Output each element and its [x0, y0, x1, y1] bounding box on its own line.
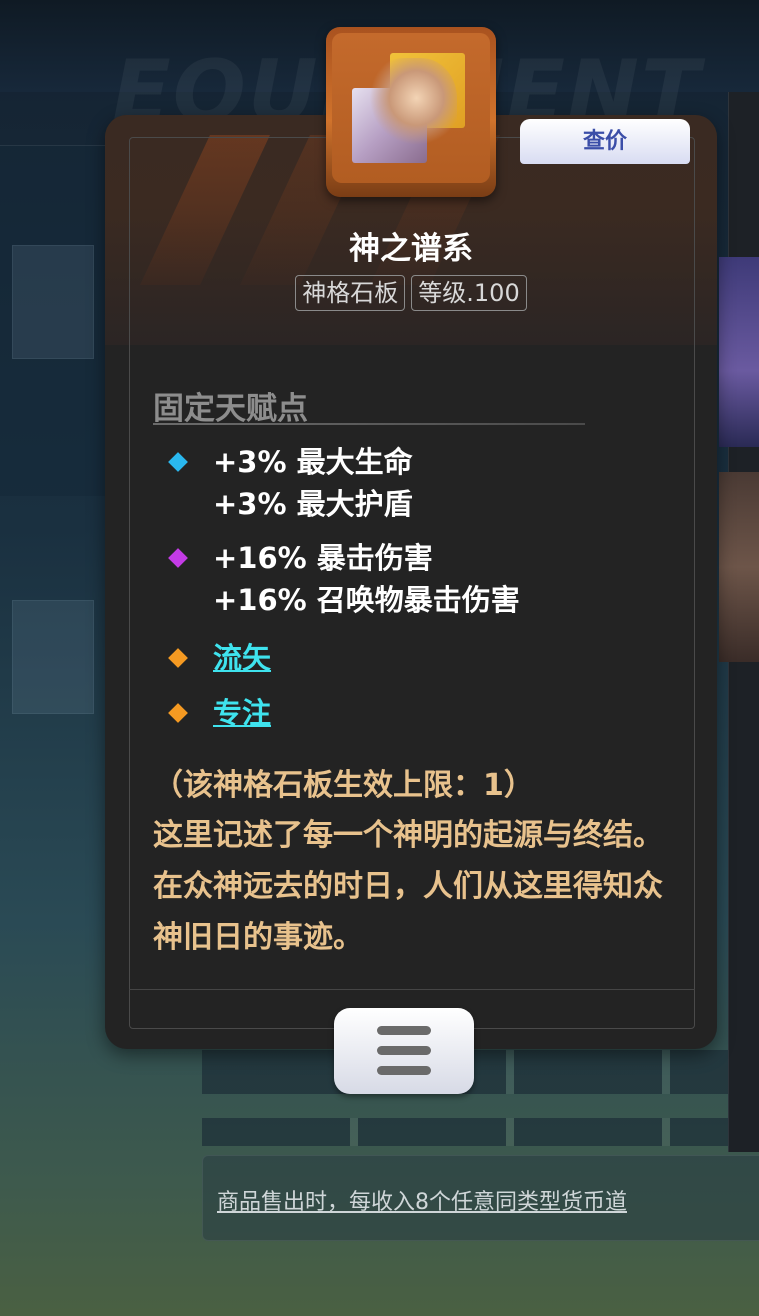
- inventory-slot[interactable]: [12, 600, 94, 714]
- item-tooltip: 查价 神之谱系 神格石板 等级.100 固定天赋点 +3% 最大生命 +3% 最…: [105, 27, 717, 1094]
- affix-text: +3% 最大生命: [213, 445, 413, 479]
- menu-icon: [377, 1066, 431, 1075]
- section-title: 固定天赋点: [153, 391, 308, 427]
- menu-icon: [377, 1026, 431, 1035]
- diamond-icon: [168, 548, 188, 568]
- footer-info-bar: 商品售出时，每收入8个任意同类型货币道: [202, 1155, 759, 1241]
- side-card[interactable]: [719, 257, 759, 447]
- affix-text: +16% 召唤物暴击伤害: [213, 583, 520, 617]
- item-tags: 神格石板 等级.100: [105, 275, 717, 311]
- effect-limit-text: （该神格石板生效上限：1）: [153, 768, 534, 803]
- menu-button[interactable]: [334, 1008, 474, 1094]
- grid-row: [202, 1118, 742, 1146]
- item-icon: [326, 27, 496, 197]
- footer-info-text[interactable]: 商品售出时，每收入8个任意同类型货币道: [217, 1184, 627, 1216]
- diamond-icon: [168, 648, 188, 668]
- deity-portrait: [367, 58, 457, 158]
- bottom-divider: [129, 989, 695, 990]
- right-side-panel: [719, 92, 759, 1152]
- menu-icon: [377, 1046, 431, 1055]
- side-card[interactable]: [719, 472, 759, 662]
- affix-text: +16% 暴击伤害: [213, 541, 433, 575]
- talent-link-liushi[interactable]: 流矢: [213, 637, 271, 679]
- item-level-tag: 等级.100: [411, 275, 527, 311]
- inventory-slot[interactable]: [12, 245, 94, 359]
- talent-link-zhuanzhu[interactable]: 专注: [213, 692, 271, 734]
- item-icon-art: [332, 33, 490, 183]
- item-type-tag: 神格石板: [295, 275, 406, 311]
- diamond-icon: [168, 452, 188, 472]
- item-description: 这里记述了每一个神明的起源与终结。在众神远去的时日，人们从这里得知众神旧日的事迹…: [153, 818, 663, 955]
- diamond-icon: [168, 703, 188, 723]
- item-name: 神之谱系: [349, 231, 473, 267]
- affix-text: +3% 最大护盾: [213, 487, 413, 521]
- section-divider: [153, 423, 585, 425]
- check-price-button[interactable]: 查价: [520, 119, 690, 164]
